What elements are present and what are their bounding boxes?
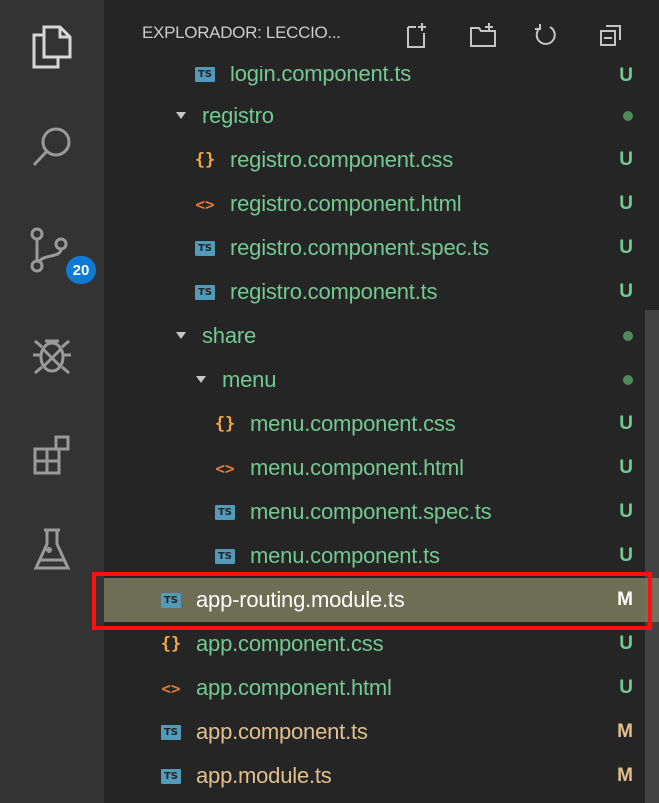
file-name: app.module.ts	[196, 763, 332, 788]
file-row[interactable]: <> menu.component.html U	[104, 446, 659, 490]
css-glyph: {}	[194, 150, 216, 170]
typescript-badge: TS	[195, 240, 215, 256]
explorer-title: EXPLORADOR: LECCIO...	[142, 23, 341, 42]
file-name: registro.component.html	[230, 191, 462, 216]
typescript-file-icon: TS	[194, 66, 216, 82]
activity-bar: 20	[0, 0, 104, 803]
file-row[interactable]: TS app.component.ts M	[104, 710, 659, 754]
git-status-badge: M	[617, 721, 633, 742]
typescript-file-icon: TS	[194, 284, 216, 300]
git-status-badge: U	[619, 457, 633, 478]
git-status-badge: U	[619, 193, 633, 214]
refresh-icon[interactable]	[528, 18, 562, 52]
file-name: menu.component.spec.ts	[250, 499, 492, 524]
scrollbar[interactable]	[645, 310, 659, 803]
file-row[interactable]: TS registro.component.ts U	[104, 270, 659, 314]
file-name: registro.component.css	[230, 147, 454, 172]
folder-row[interactable]: registro	[104, 94, 659, 138]
typescript-badge: TS	[215, 504, 235, 520]
file-row[interactable]: TS menu.component.spec.ts U	[104, 490, 659, 534]
files-icon[interactable]	[20, 14, 84, 78]
new-folder-icon[interactable]	[466, 18, 500, 52]
typescript-file-icon: TS	[160, 724, 182, 740]
file-row[interactable]: <> registro.component.html U	[104, 182, 659, 226]
file-row[interactable]: TS registro.component.spec.ts U	[104, 226, 659, 270]
git-status-badge: U	[619, 149, 633, 170]
css-file-icon: {}	[160, 634, 182, 654]
file-row[interactable]: TS app.module.ts M	[104, 754, 659, 798]
explorer-panel: EXPLORADOR: LECCIO... TS login.component…	[104, 0, 659, 803]
css-file-icon: {}	[214, 414, 236, 434]
git-status-badge: M	[617, 589, 633, 610]
git-status-badge: U	[619, 413, 633, 434]
source-control-badge: 20	[66, 256, 96, 284]
chevron-down-icon[interactable]	[194, 373, 208, 387]
chevron-down-icon[interactable]	[174, 329, 188, 343]
file-row[interactable]: TS menu.component.ts U	[104, 534, 659, 578]
file-name: app.component.ts	[196, 719, 368, 744]
typescript-file-icon: TS	[160, 768, 182, 784]
css-glyph: {}	[214, 414, 236, 434]
file-name: menu.component.ts	[250, 543, 440, 568]
file-name: registro.component.spec.ts	[230, 235, 489, 260]
git-status-badge: U	[619, 633, 633, 654]
file-name: app.component.css	[196, 631, 384, 656]
testing-icon[interactable]	[20, 518, 84, 582]
html-file-icon: <>	[194, 195, 216, 214]
html-file-icon: <>	[160, 679, 182, 698]
folder-name: menu	[222, 367, 277, 392]
file-name: app.component.html	[196, 675, 392, 700]
change-indicator-dot	[623, 375, 633, 385]
git-status-badge: U	[619, 501, 633, 522]
file-row[interactable]: <> app.component.html U	[104, 666, 659, 710]
git-status-badge: U	[619, 545, 633, 566]
folder-row[interactable]: share	[104, 314, 659, 358]
typescript-badge: TS	[195, 66, 215, 82]
file-row[interactable]: {} menu.component.css U	[104, 402, 659, 446]
css-file-icon: {}	[194, 150, 216, 170]
typescript-badge: TS	[215, 548, 235, 564]
chevron-down-icon[interactable]	[174, 109, 188, 123]
typescript-file-icon: TS	[194, 240, 216, 256]
git-status-badge: U	[619, 237, 633, 258]
typescript-file-icon: TS	[160, 592, 182, 608]
typescript-badge: TS	[161, 592, 181, 608]
file-tree: TS login.component.ts Uregistro{} registro.…	[104, 54, 659, 798]
git-status-badge: U	[619, 677, 633, 698]
new-file-icon[interactable]	[400, 18, 434, 52]
change-indicator-dot	[623, 331, 633, 341]
search-icon[interactable]	[20, 115, 84, 179]
typescript-badge: TS	[161, 768, 181, 784]
file-name: menu.component.css	[250, 411, 456, 436]
file-name: registro.component.ts	[230, 279, 438, 304]
file-row[interactable]: TS app-routing.module.ts M	[104, 578, 659, 622]
html-glyph: <>	[215, 458, 235, 478]
file-row[interactable]: {} app.component.css U	[104, 622, 659, 666]
collapse-all-icon[interactable]	[594, 18, 628, 52]
file-name: menu.component.html	[250, 455, 464, 480]
explorer-header: EXPLORADOR: LECCIO...	[104, 0, 659, 66]
git-status-badge: M	[617, 765, 633, 786]
typescript-badge: TS	[161, 724, 181, 740]
folder-name: share	[202, 323, 257, 348]
html-file-icon: <>	[214, 459, 236, 478]
change-indicator-dot	[623, 111, 633, 121]
debug-icon[interactable]	[20, 322, 84, 386]
css-glyph: {}	[160, 634, 182, 654]
html-glyph: <>	[195, 194, 215, 214]
typescript-badge: TS	[195, 284, 215, 300]
typescript-file-icon: TS	[214, 548, 236, 564]
extensions-icon[interactable]	[20, 424, 84, 488]
file-name: app-routing.module.ts	[196, 587, 405, 612]
folder-name: registro	[202, 103, 274, 128]
folder-row[interactable]: menu	[104, 358, 659, 402]
html-glyph: <>	[161, 678, 181, 698]
source-control-icon[interactable]: 20	[18, 218, 96, 284]
typescript-file-icon: TS	[214, 504, 236, 520]
file-row[interactable]: {} registro.component.css U	[104, 138, 659, 182]
git-status-badge: U	[619, 281, 633, 302]
